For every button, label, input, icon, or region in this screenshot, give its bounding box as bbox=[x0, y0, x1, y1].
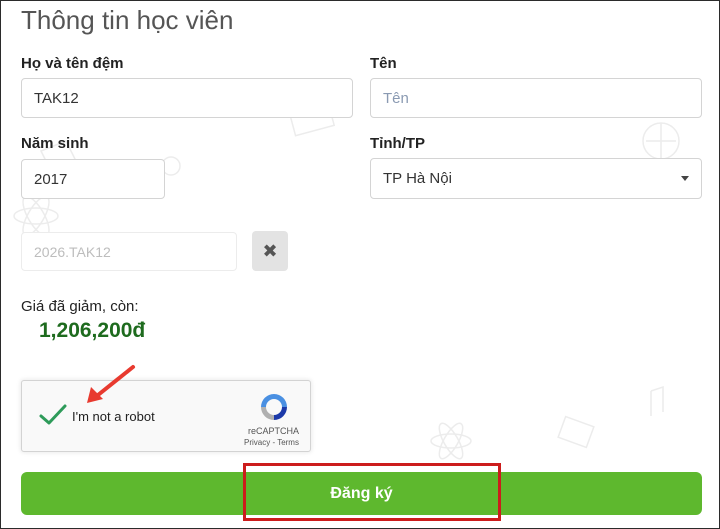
birth-year-input[interactable]: 2017 bbox=[21, 159, 165, 199]
recaptcha-label: I'm not a robot bbox=[72, 409, 155, 424]
first-name-input[interactable]: Tên bbox=[370, 78, 702, 118]
first-name-label: Tên bbox=[370, 55, 397, 72]
recaptcha-brand: reCAPTCHA bbox=[248, 426, 300, 436]
last-name-input[interactable]: TAK12 bbox=[21, 78, 353, 118]
recaptcha-links[interactable]: Privacy - Terms bbox=[244, 438, 299, 447]
last-name-value: TAK12 bbox=[34, 89, 79, 107]
recaptcha-widget: I'm not a robot reCAPTCHA Privacy - Term… bbox=[21, 380, 311, 452]
close-icon: ✖ bbox=[262, 240, 278, 261]
discount-price-label: Giá đã giảm, còn: bbox=[21, 298, 139, 315]
discount-price-amount: 1,206,200đ bbox=[39, 319, 146, 342]
coupon-value: 2026.TAK12 bbox=[34, 243, 111, 260]
checkmark-icon[interactable] bbox=[38, 403, 68, 427]
first-name-placeholder: Tên bbox=[383, 89, 409, 107]
last-name-label: Họ và tên đệm bbox=[21, 55, 124, 72]
province-label: Tỉnh/TP bbox=[370, 135, 425, 152]
red-arrow-annotation bbox=[87, 365, 135, 403]
coupon-input[interactable]: 2026.TAK12 bbox=[21, 232, 237, 271]
birth-year-value: 2017 bbox=[34, 170, 68, 188]
clear-coupon-button[interactable]: ✖ bbox=[252, 231, 288, 271]
chevron-down-icon bbox=[681, 176, 689, 181]
registration-form: Thông tin học viên Họ và tên đệm TAK12 T… bbox=[0, 0, 720, 529]
register-button-label: Đăng ký bbox=[330, 484, 393, 502]
province-value: TP Hà Nội bbox=[383, 170, 452, 187]
birth-year-label: Năm sinh bbox=[21, 135, 89, 152]
register-button[interactable]: Đăng ký bbox=[21, 472, 702, 515]
province-select[interactable]: TP Hà Nội bbox=[370, 158, 702, 199]
page-title: Thông tin học viên bbox=[21, 5, 234, 35]
recaptcha-logo-icon bbox=[261, 394, 287, 420]
